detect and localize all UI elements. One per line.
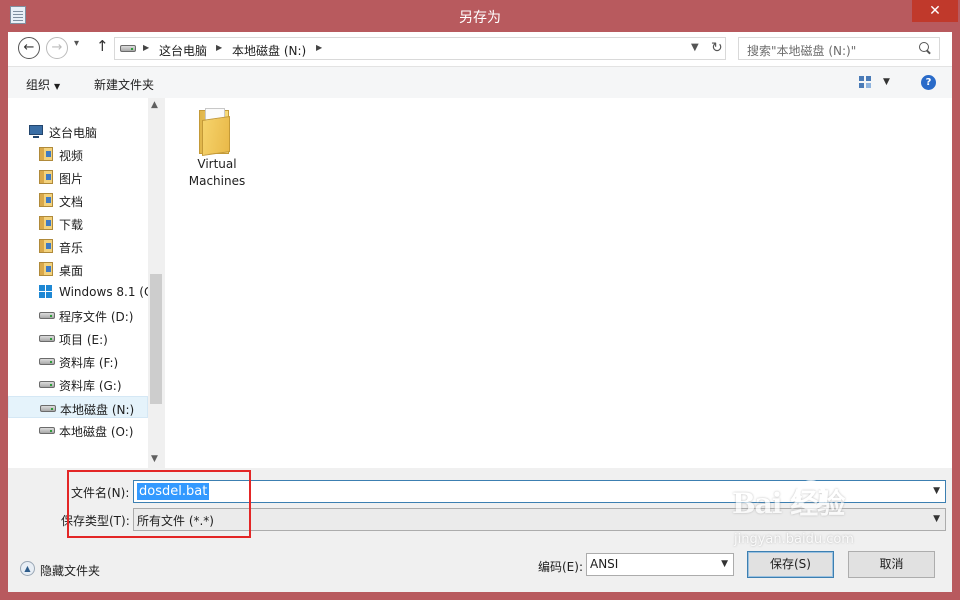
- organize-button[interactable]: 组织 ▼: [26, 76, 60, 93]
- nav-item-drive-e[interactable]: 项目 (E:): [8, 327, 148, 349]
- search-input[interactable]: 搜索"本地磁盘 (N:)": [738, 37, 940, 60]
- baidu-watermark: Bai 经验 jingyan.baidu.com: [730, 478, 950, 580]
- drive-icon: [39, 427, 55, 434]
- scroll-up-icon[interactable]: ▲: [151, 100, 158, 110]
- scrollbar-thumb[interactable]: [150, 274, 162, 404]
- drive-icon: [40, 405, 56, 412]
- nav-item-videos[interactable]: 视频: [8, 143, 148, 165]
- drive-icon: [120, 45, 136, 52]
- nav-item-this-pc[interactable]: 这台电脑: [8, 120, 148, 142]
- chevron-right-icon[interactable]: ▶: [316, 43, 322, 52]
- back-arrow-icon: ←: [23, 40, 35, 55]
- nav-item-documents[interactable]: 文档: [8, 189, 148, 211]
- chevron-right-icon[interactable]: ▶: [143, 43, 149, 52]
- breadcrumb-drive-n[interactable]: 本地磁盘 (N:): [232, 42, 306, 59]
- encoding-value: ANSI: [590, 557, 619, 571]
- address-row: ← → ▾ ↑ ▶ 这台电脑 ▶ 本地磁盘 (N:) ▶ ▼ ↻ 搜索"本地磁盘…: [8, 32, 952, 66]
- chevron-right-icon[interactable]: ▶: [216, 43, 222, 52]
- address-bar[interactable]: ▶ 这台电脑 ▶ 本地磁盘 (N:) ▶ ▼ ↻: [114, 37, 726, 60]
- nav-item-drive-c[interactable]: Windows 8.1 (C: [8, 281, 149, 303]
- nav-item-label: 本地磁盘 (O:): [59, 425, 134, 439]
- nav-item-label: 下载: [59, 218, 84, 232]
- nav-item-pictures[interactable]: 图片: [8, 166, 148, 188]
- music-library-icon: [39, 239, 53, 253]
- chevron-down-icon: ▼: [721, 559, 728, 569]
- window-title: 另存为: [459, 10, 501, 26]
- folder-label-line2: Machines: [188, 174, 246, 188]
- refresh-icon[interactable]: ↻: [711, 40, 723, 56]
- file-list: Virtual Machines: [165, 98, 952, 468]
- nav-item-desktop[interactable]: 桌面: [8, 258, 148, 280]
- address-dropdown-icon[interactable]: ▼: [691, 42, 699, 53]
- downloads-library-icon: [39, 216, 53, 230]
- nav-item-downloads[interactable]: 下载: [8, 212, 148, 234]
- nav-item-label: 图片: [59, 172, 84, 186]
- folder-label-line1: Virtual: [197, 157, 237, 171]
- nav-item-music[interactable]: 音乐: [8, 235, 148, 257]
- paw-icon: [796, 480, 826, 510]
- hide-folders-button[interactable]: 隐藏文件夹: [40, 562, 100, 579]
- organize-label: 组织: [26, 78, 51, 92]
- scroll-down-icon[interactable]: ▼: [151, 454, 158, 464]
- close-button[interactable]: ✕: [912, 0, 958, 22]
- highlight-box: [67, 470, 251, 538]
- drive-icon: [39, 358, 55, 365]
- search-placeholder: 搜索"本地磁盘 (N:)": [747, 44, 857, 58]
- forward-button[interactable]: →: [46, 37, 68, 59]
- nav-scrollbar[interactable]: ▲ ▼: [148, 98, 164, 468]
- help-icon[interactable]: ?: [921, 75, 936, 90]
- windows-drive-icon: [39, 285, 53, 299]
- nav-item-drive-o[interactable]: 本地磁盘 (O:): [8, 419, 148, 441]
- nav-item-label: 资料库 (G:): [59, 379, 122, 393]
- videos-library-icon: [39, 147, 53, 161]
- drive-icon: [39, 312, 55, 319]
- collapse-icon[interactable]: ▲: [20, 561, 35, 576]
- drive-icon: [39, 335, 55, 342]
- forward-arrow-icon: →: [51, 40, 63, 55]
- folder-icon: [199, 108, 231, 156]
- back-button[interactable]: ←: [18, 37, 40, 59]
- title-bar: 另存为 ✕: [0, 0, 960, 32]
- documents-library-icon: [39, 193, 53, 207]
- nav-item-label: Windows 8.1 (C: [59, 285, 149, 299]
- pictures-library-icon: [39, 170, 53, 184]
- up-arrow-icon[interactable]: ↑: [96, 37, 109, 55]
- nav-item-drive-n[interactable]: 本地磁盘 (N:): [8, 396, 148, 418]
- recent-locations-chevron-icon[interactable]: ▾: [74, 38, 79, 49]
- encoding-select[interactable]: ANSI ▼: [586, 553, 734, 576]
- navigation-pane: 这台电脑 视频 图片 文档 下载 音乐 桌面 Windows 8.1 (C 程序…: [8, 98, 164, 468]
- nav-item-label: 本地磁盘 (N:): [60, 403, 135, 417]
- encoding-label: 编码(E):: [538, 560, 583, 574]
- drive-icon: [39, 381, 55, 388]
- breadcrumb-this-pc[interactable]: 这台电脑: [159, 42, 207, 59]
- nav-item-drive-g[interactable]: 资料库 (G:): [8, 373, 148, 395]
- view-dropdown-icon[interactable]: ▼: [883, 77, 890, 87]
- nav-item-label: 这台电脑: [49, 126, 98, 140]
- nav-item-label: 资料库 (F:): [59, 356, 119, 370]
- nav-item-label: 视频: [59, 149, 84, 163]
- nav-item-label: 项目 (E:): [59, 333, 108, 347]
- desktop-library-icon: [39, 262, 53, 276]
- watermark-url: jingyan.baidu.com: [734, 532, 854, 547]
- nav-item-drive-d[interactable]: 程序文件 (D:): [8, 304, 148, 326]
- nav-item-drive-f[interactable]: 资料库 (F:): [8, 350, 148, 372]
- nav-item-label: 音乐: [59, 241, 84, 255]
- computer-icon: [29, 125, 43, 138]
- view-options-icon[interactable]: [859, 76, 872, 89]
- watermark-brand: Bai 经验: [732, 487, 845, 520]
- folder-label: Virtual Machines: [177, 156, 257, 190]
- chevron-down-icon: ▼: [54, 82, 61, 91]
- nav-item-label: 文档: [59, 195, 84, 209]
- nav-item-label: 桌面: [59, 264, 84, 278]
- new-folder-button[interactable]: 新建文件夹: [94, 76, 154, 93]
- search-icon[interactable]: [919, 42, 929, 52]
- command-bar: 组织 ▼ 新建文件夹 ▼ ?: [8, 66, 952, 98]
- nav-item-label: 程序文件 (D:): [59, 310, 134, 324]
